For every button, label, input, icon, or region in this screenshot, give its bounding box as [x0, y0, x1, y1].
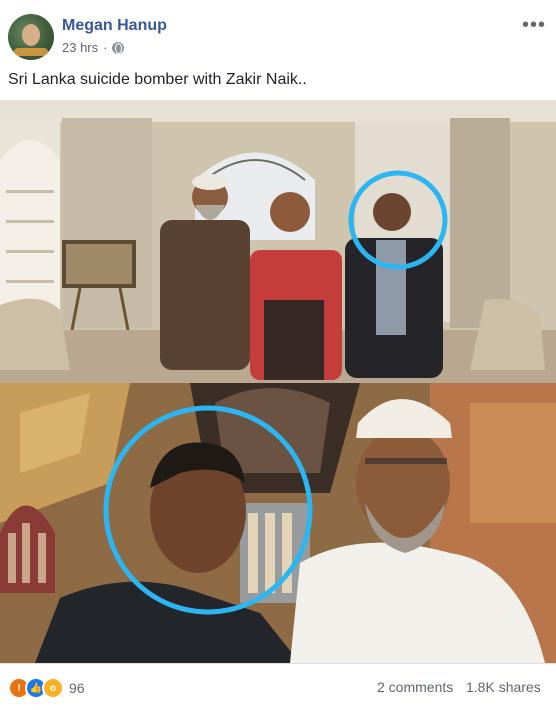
photo-top[interactable] — [0, 100, 556, 383]
avatar-face — [22, 24, 40, 46]
photo-bottom[interactable] — [0, 383, 556, 663]
palace-room-photo — [0, 100, 556, 383]
post-meta: 23 hrs · — [62, 40, 125, 55]
post-time[interactable]: 23 hrs — [62, 40, 98, 55]
reactions-summary[interactable]: ! 👍 o 96 — [8, 677, 85, 699]
reaction-count[interactable]: 96 — [69, 680, 85, 696]
avatar-badge — [14, 48, 48, 56]
meta-separator: · — [103, 40, 108, 55]
shares-count[interactable]: 1.8K shares — [466, 679, 541, 695]
author-avatar[interactable] — [8, 14, 54, 60]
author-name[interactable]: Megan Hanup — [62, 17, 167, 35]
facebook-post: Megan Hanup 23 hrs · ••• Sri Lanka suici… — [0, 0, 556, 710]
church-interior-photo — [0, 383, 556, 663]
footer-divider — [0, 663, 556, 664]
wow-reaction-icon: o — [42, 677, 64, 699]
more-options-icon[interactable]: ••• — [522, 14, 546, 37]
globe-icon[interactable] — [112, 41, 125, 54]
post-caption: Sri Lanka suicide bomber with Zakir Naik… — [8, 71, 307, 88]
comments-count[interactable]: 2 comments — [377, 679, 453, 695]
